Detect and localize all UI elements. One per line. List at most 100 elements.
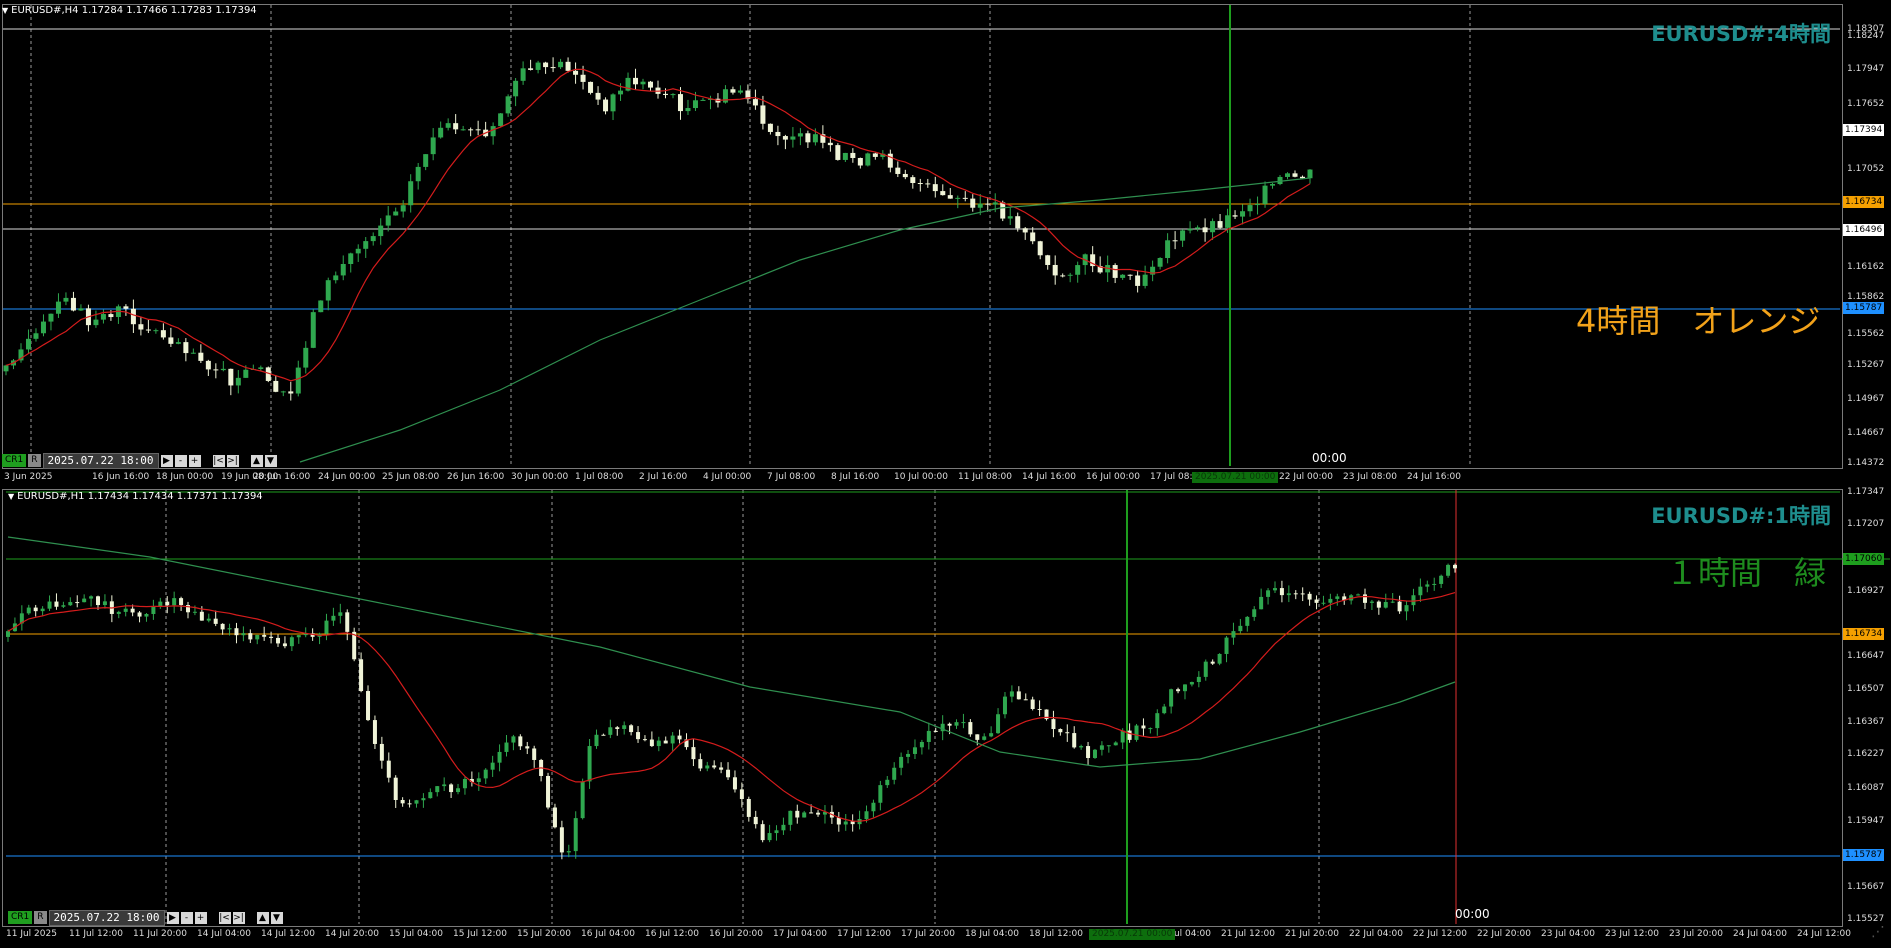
candle-body xyxy=(1075,265,1081,275)
candle-body xyxy=(33,607,38,612)
price-tick-label: 1.18247 xyxy=(1847,31,1885,41)
play-button[interactable]: ▶ xyxy=(166,911,179,924)
time-tick-label: 14 Jul 04:00 xyxy=(197,929,251,939)
candle-body xyxy=(1079,746,1084,748)
candle-body xyxy=(255,634,260,640)
candle-body xyxy=(345,612,350,632)
candle-body xyxy=(497,751,502,763)
candle-body xyxy=(1195,227,1201,229)
candle-body xyxy=(795,810,800,818)
time-tick-label: 16 Jun 16:00 xyxy=(92,472,150,482)
candle-body xyxy=(566,851,571,853)
candle-body xyxy=(1051,719,1056,730)
h4-time-axis[interactable]: 3 Jun 2025 16 Jun 16:00 18 Jun 00:00 19 Jun… xyxy=(0,470,1841,486)
h1-chart-panel[interactable]: ▼ EURUSD#,H1 1.17434 1.17434 1.17371 1.17… xyxy=(0,487,1891,948)
candle-body xyxy=(809,812,814,814)
candle-body xyxy=(276,637,281,644)
price-line-tag: 1.16734 xyxy=(1843,628,1885,640)
candle-body xyxy=(932,184,938,192)
candle-body xyxy=(393,777,398,801)
price-tick-label: 1.15267 xyxy=(1847,360,1885,370)
h1-time-axis[interactable]: 11 Jul 2025 11 Jul 12:00 11 Jul 20:00 14 Ju… xyxy=(0,927,1851,943)
time-tick-label: 14 Jul 12:00 xyxy=(261,929,315,939)
candle-body xyxy=(573,818,578,852)
price-tick-label: 1.17947 xyxy=(1847,64,1885,74)
h1-chart-canvas[interactable] xyxy=(0,487,1891,948)
candle-body xyxy=(656,740,661,747)
candle-body xyxy=(895,167,901,174)
time-tick-label: 11 Jul 12:00 xyxy=(69,929,123,939)
h4-price-axis[interactable]: 1.183071.182471.179471.176521.173941.170… xyxy=(1841,0,1891,470)
candle-body xyxy=(663,740,668,744)
candle-body xyxy=(961,722,966,724)
candle-body xyxy=(421,798,426,801)
cr1-badge[interactable]: CR1 xyxy=(2,454,27,467)
scroll-up-button[interactable]: ▲ xyxy=(250,454,263,467)
candle-body xyxy=(940,191,946,196)
candle-body xyxy=(205,360,211,370)
candle-body xyxy=(1356,594,1361,596)
go-first-button[interactable]: |< xyxy=(218,911,231,924)
candle-body xyxy=(588,81,594,93)
candle-body xyxy=(872,153,878,157)
zoom-out-button[interactable]: - xyxy=(180,911,193,924)
candle-body xyxy=(165,601,170,606)
collapse-arrow-icon[interactable]: ▼ xyxy=(2,6,8,15)
r-button[interactable]: R xyxy=(28,454,41,467)
price-line-tag: 1.16734 xyxy=(1843,196,1885,208)
candle-body xyxy=(511,736,516,743)
candle-body xyxy=(1307,169,1313,179)
go-last-button[interactable]: >| xyxy=(232,911,245,924)
candle-body xyxy=(902,173,908,178)
candle-body xyxy=(962,197,968,199)
play-button[interactable]: ▶ xyxy=(160,454,173,467)
zoom-in-button[interactable]: + xyxy=(188,454,201,467)
candle-body xyxy=(61,605,66,607)
candle-body xyxy=(760,105,766,124)
price-tick-label: 1.16227 xyxy=(1847,749,1885,759)
candle-body xyxy=(273,380,279,392)
scroll-up-button[interactable]: ▲ xyxy=(256,911,269,924)
candle-body xyxy=(1418,586,1423,596)
time-tick-label: 16 Jul 00:00 xyxy=(1086,472,1140,482)
candle-body xyxy=(1446,564,1451,576)
candle-body xyxy=(1383,601,1388,608)
candle-body xyxy=(1052,264,1058,276)
collapse-arrow-icon[interactable]: ▼ xyxy=(8,492,14,501)
r-button[interactable]: R xyxy=(34,911,47,924)
candle-body xyxy=(520,68,526,81)
h4-chart-canvas[interactable] xyxy=(0,0,1891,487)
candle-body xyxy=(325,280,331,301)
candle-body xyxy=(78,308,84,311)
price-tick-label: 1.15562 xyxy=(1847,329,1885,339)
date-input[interactable]: 2025.07.22 18:00 xyxy=(48,909,165,926)
candle-body xyxy=(379,743,384,761)
candle-body xyxy=(1106,745,1111,747)
h4-chart-panel[interactable]: ▼ EURUSD#,H4 1.17284 1.17466 1.17283 1.17… xyxy=(0,0,1891,487)
candle-body xyxy=(580,781,585,819)
go-last-button[interactable]: >| xyxy=(226,454,239,467)
zoom-out-button[interactable]: - xyxy=(174,454,187,467)
candle-body xyxy=(372,720,377,744)
candle-body xyxy=(977,203,983,208)
candle-body xyxy=(843,821,848,825)
go-first-button[interactable]: |< xyxy=(212,454,225,467)
h1-price-axis[interactable]: 1.17347 1.17207 1.17060 1.16927 1.16734 1.166… xyxy=(1841,487,1891,927)
candle-body xyxy=(782,136,788,140)
candle-body xyxy=(213,618,218,624)
candle-body xyxy=(1335,596,1340,599)
cr1-badge[interactable]: CR1 xyxy=(8,911,33,924)
resize-grip-icon[interactable]: ⋰ xyxy=(1845,924,1885,946)
price-tick-label: 1.14667 xyxy=(1847,428,1885,438)
date-input[interactable]: 2025.07.22 18:00 xyxy=(42,452,159,469)
candle-body xyxy=(40,321,46,334)
candle-body xyxy=(1176,689,1181,692)
scroll-down-button[interactable]: ▼ xyxy=(270,911,283,924)
candle-body xyxy=(670,94,676,96)
scroll-down-button[interactable]: ▼ xyxy=(264,454,277,467)
candle-body xyxy=(912,747,917,754)
candle-body xyxy=(96,596,101,606)
candle-body xyxy=(1362,594,1367,603)
candle-body xyxy=(1065,732,1070,734)
zoom-in-button[interactable]: + xyxy=(194,911,207,924)
